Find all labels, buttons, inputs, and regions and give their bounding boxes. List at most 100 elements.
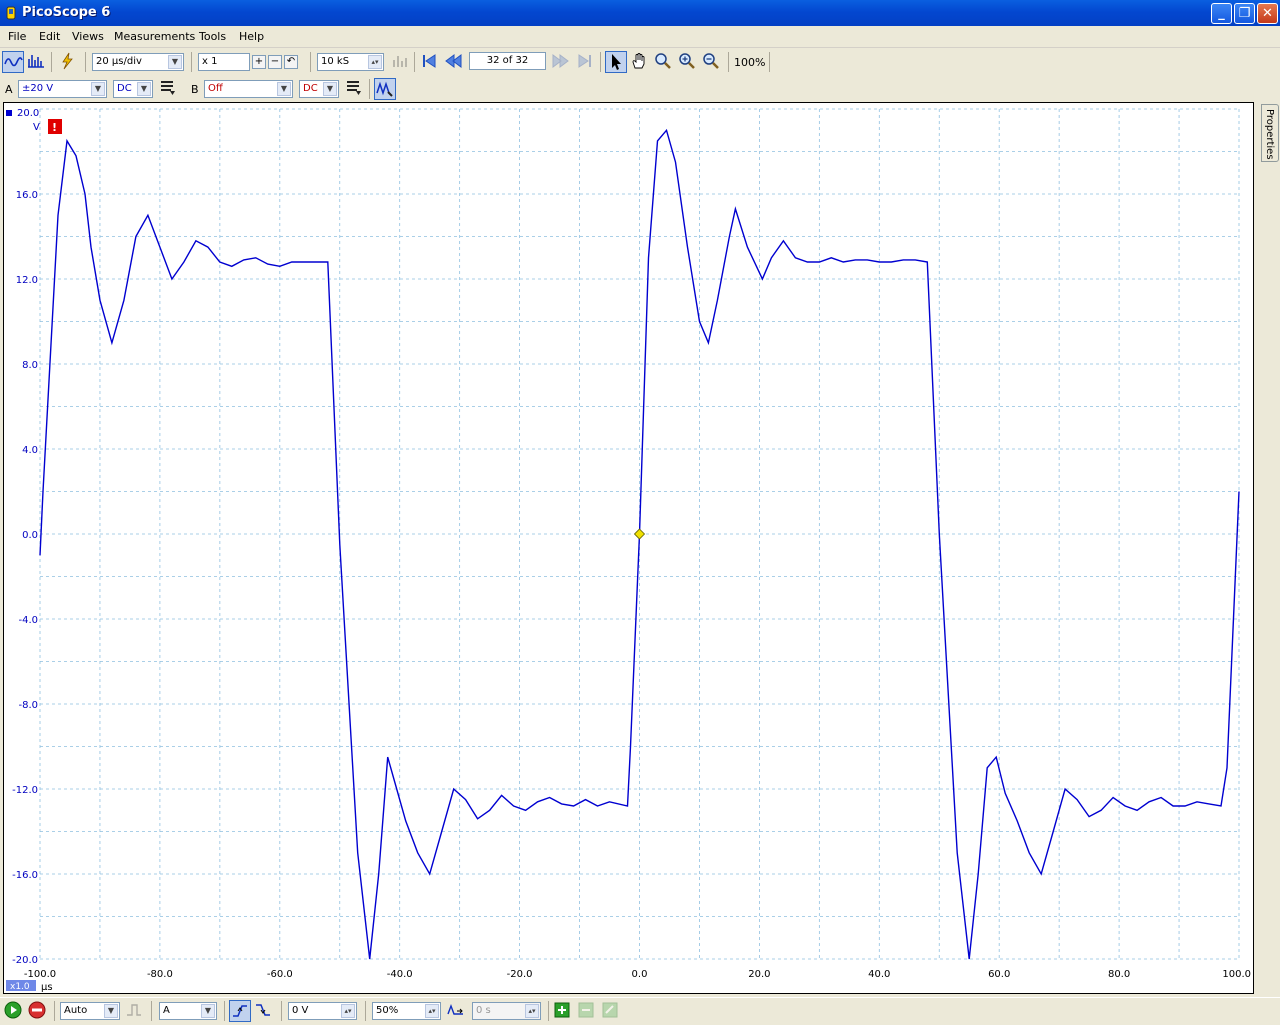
auto-setup-button[interactable] [57, 51, 79, 73]
edit-measurement-button[interactable] [600, 1000, 622, 1022]
overrange-warning-icon[interactable]: ! [48, 119, 62, 134]
buffer-position-field[interactable]: 32 of 32 [469, 52, 546, 70]
channel-b-coupling-value: DC [303, 83, 318, 94]
trigger-source-select[interactable]: A ▼ [159, 1002, 217, 1020]
channel-options-icon [161, 81, 175, 95]
chevron-down-icon[interactable]: ▼ [323, 82, 337, 96]
trigger-mode-select[interactable]: Auto ▼ [60, 1002, 120, 1020]
spinner-icon[interactable]: ▴▾ [425, 1004, 439, 1018]
zoom-tool-button[interactable] [653, 51, 675, 73]
y-tick-label: 4.0 [22, 445, 38, 456]
menu-edit[interactable]: Edit [39, 30, 60, 43]
channel-a-coupling-select[interactable]: DC ▼ [113, 80, 153, 98]
remove-icon [578, 1002, 594, 1018]
separator [191, 52, 192, 72]
falling-edge-button[interactable] [253, 1000, 275, 1022]
separator [728, 52, 729, 72]
chevron-down-icon[interactable]: ▼ [137, 82, 151, 96]
menu-file[interactable]: File [8, 30, 26, 43]
add-measurement-button[interactable] [552, 1000, 574, 1022]
x-tick-label: -100.0 [24, 969, 56, 980]
main-toolbar: 20 µs/div ▼ x 1 + − ↶ 10 kS ▴▾ 32 of 32 [0, 49, 1280, 75]
x-tick-label: 80.0 [1108, 969, 1130, 980]
falling-edge-icon [256, 1004, 270, 1016]
menu-help[interactable]: Help [239, 30, 264, 43]
rising-edge-button[interactable] [229, 1000, 251, 1022]
trigger-source-value: A [163, 1005, 170, 1016]
first-buffer-button[interactable] [419, 51, 441, 73]
zoom-factor-field[interactable]: x 1 [198, 53, 250, 71]
post-trigger-delay-button[interactable] [446, 1000, 468, 1022]
advanced-trigger-button[interactable] [124, 1000, 146, 1022]
x-tick-label: -40.0 [387, 969, 413, 980]
timebase-select[interactable]: 20 µs/div ▼ [92, 53, 184, 71]
scope-plot[interactable]: 16.0 12.0 8.0 4.0 0.0 -4.0 -8.0 -12.0 -16.0 -20.0… [4, 103, 1253, 993]
menu-views[interactable]: Views [72, 30, 104, 43]
separator [769, 52, 770, 72]
rising-edge-icon [233, 1005, 247, 1017]
zoom-factor-decrease-button[interactable]: − [268, 55, 282, 69]
channel-b-range-select[interactable]: Off ▼ [204, 80, 293, 98]
spinner-icon[interactable]: ▴▾ [341, 1004, 355, 1018]
scope-mode-icon [4, 57, 23, 67]
y-tick-label: 12.0 [16, 275, 38, 286]
zoom-factor-increase-button[interactable]: + [252, 55, 266, 69]
select-tool-button[interactable] [605, 51, 627, 73]
svg-text:!: ! [52, 121, 57, 134]
next-buffer-button[interactable] [551, 51, 573, 73]
y-tick-label: 0.0 [22, 530, 38, 541]
channel-a-label: A [5, 83, 13, 96]
chevron-down-icon[interactable]: ▼ [91, 82, 105, 96]
remove-measurement-button[interactable] [576, 1000, 598, 1022]
channel-b-options-button[interactable] [344, 78, 366, 100]
pre-trigger-field[interactable]: 50% ▴▾ [372, 1002, 441, 1020]
channel-a-range-select[interactable]: ±20 V ▼ [18, 80, 107, 98]
separator [310, 52, 311, 72]
channel-b-coupling-select[interactable]: DC ▼ [299, 80, 339, 98]
next-icon [552, 54, 569, 68]
trigger-marker[interactable] [633, 528, 646, 540]
zoom-in-button[interactable] [677, 51, 699, 73]
stop-button[interactable] [27, 1000, 49, 1022]
post-trigger-delay-field[interactable]: 0 s ▴▾ [472, 1002, 541, 1020]
x-tick-label: 60.0 [988, 969, 1010, 980]
pan-tool-button[interactable] [629, 51, 651, 73]
menu-measurements[interactable]: Measurements [114, 30, 195, 43]
x-tick-label: 0.0 [632, 969, 648, 980]
scope-view[interactable]: 16.0 12.0 8.0 4.0 0.0 -4.0 -8.0 -12.0 -16.0 -20.0… [3, 102, 1254, 994]
zoom-in-icon [679, 53, 695, 69]
chevron-down-icon[interactable]: ▼ [104, 1004, 118, 1018]
last-buffer-button[interactable] [575, 51, 597, 73]
signal-generator-button[interactable] [374, 78, 396, 100]
zoom-percent[interactable]: 100% [734, 56, 765, 69]
start-button[interactable] [3, 1000, 25, 1022]
chevron-down-icon[interactable]: ▼ [277, 82, 291, 96]
post-trigger-delay-value: 0 s [476, 1005, 491, 1016]
stop-icon [28, 1001, 46, 1019]
separator [369, 79, 370, 99]
menu-tools[interactable]: Tools [199, 30, 226, 43]
channel-a-options-button[interactable] [158, 78, 180, 100]
x-tick-label: 100.0 [1222, 969, 1251, 980]
samples-field[interactable]: 10 kS ▴▾ [317, 53, 384, 71]
close-button[interactable]: ✕ [1257, 3, 1278, 24]
properties-tab[interactable]: Properties [1261, 104, 1279, 162]
previous-buffer-button[interactable] [443, 51, 465, 73]
minimize-button[interactable]: _ [1211, 3, 1232, 24]
scope-mode-button[interactable] [2, 51, 24, 73]
channel-b-label: B [191, 83, 199, 96]
zoom-factor-reset-button[interactable]: ↶ [284, 55, 298, 69]
chevron-down-icon[interactable]: ▼ [168, 55, 182, 69]
resolution-enhancement-button[interactable] [390, 51, 412, 73]
spectrum-mode-button[interactable] [26, 51, 48, 73]
x-tick-label: -80.0 [147, 969, 173, 980]
trigger-level-field[interactable]: 0 V ▴▾ [288, 1002, 357, 1020]
resolution-icon [393, 56, 407, 67]
spinner-icon[interactable]: ▴▾ [368, 55, 382, 69]
chevron-down-icon[interactable]: ▼ [201, 1004, 215, 1018]
spinner-icon[interactable]: ▴▾ [525, 1004, 539, 1018]
zoom-out-button[interactable] [701, 51, 723, 73]
y-axis-top-label: 20.0 [17, 108, 39, 119]
maximize-button[interactable]: ❐ [1234, 3, 1255, 24]
separator [151, 1001, 152, 1021]
